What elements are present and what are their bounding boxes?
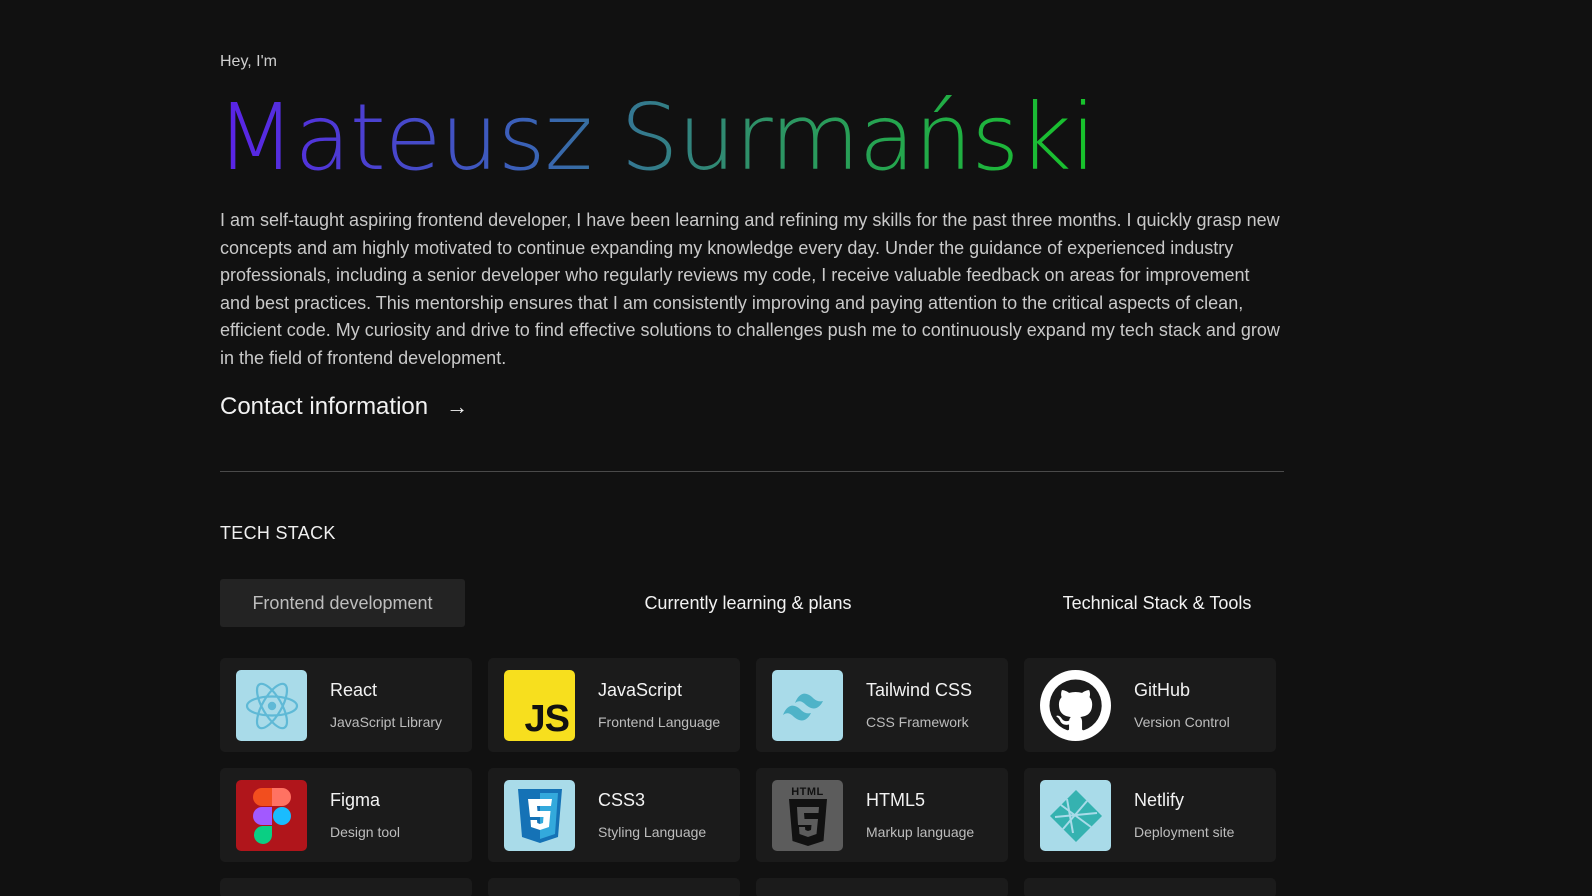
- netlify-icon: [1040, 780, 1111, 851]
- tech-card-partial[interactable]: [220, 878, 472, 896]
- tab-frontend-development[interactable]: Frontend development: [220, 579, 465, 627]
- greeting-text: Hey, I'm: [220, 53, 277, 70]
- tech-stack-heading: TECH STACK: [220, 523, 336, 543]
- tab-label: Frontend development: [252, 592, 433, 613]
- tech-card-partial[interactable]: [1024, 878, 1276, 896]
- tech-card-partial[interactable]: [488, 878, 740, 896]
- tech-card-tailwind[interactable]: Tailwind CSS CSS Framework: [756, 658, 1008, 752]
- contact-information-link[interactable]: Contact information →: [220, 393, 468, 421]
- tech-card-figma[interactable]: Figma Design tool: [220, 768, 472, 862]
- card-title: Figma: [330, 790, 381, 810]
- tab-technical-stack-tools[interactable]: Technical Stack & Tools: [1050, 579, 1264, 627]
- tab-label: Currently learning & plans: [644, 592, 852, 613]
- css3-icon: [504, 780, 575, 851]
- card-title: Tailwind CSS: [866, 680, 973, 700]
- tech-card-github[interactable]: GitHub Version Control: [1024, 658, 1276, 752]
- card-subtitle: CSS Framework: [866, 714, 969, 730]
- bio-paragraph: I am self-taught aspiring frontend devel…: [220, 210, 1280, 368]
- html5-icon: HTML: [772, 780, 843, 851]
- card-title: Netlify: [1134, 790, 1185, 810]
- tailwind-icon: [772, 670, 843, 741]
- github-icon: [1040, 670, 1111, 741]
- card-title: GitHub: [1134, 680, 1191, 700]
- tab-currently-learning[interactable]: Currently learning & plans: [628, 579, 868, 627]
- contact-label: Contact information: [220, 393, 429, 420]
- javascript-icon-text: JS: [524, 698, 570, 740]
- javascript-icon: JS: [504, 670, 575, 741]
- card-subtitle: Styling Language: [598, 824, 707, 840]
- tab-label: Technical Stack & Tools: [1062, 592, 1252, 613]
- tech-card-css3[interactable]: CSS3 Styling Language: [488, 768, 740, 862]
- hero-name: Mateusz Surmański: [216, 84, 1096, 191]
- card-subtitle: Frontend Language: [598, 714, 721, 730]
- arrow-right-icon: →: [446, 394, 469, 419]
- card-subtitle: Version Control: [1134, 714, 1230, 730]
- card-subtitle: JavaScript Library: [330, 714, 443, 730]
- figma-icon: [236, 780, 307, 851]
- tech-stack-tabs: Frontend development Currently learning …: [220, 579, 1284, 627]
- section-divider: [220, 471, 1284, 472]
- html5-icon-text: HTML: [791, 785, 824, 798]
- card-subtitle: Design tool: [330, 824, 401, 840]
- card-title: React: [330, 680, 378, 700]
- tech-card-partial[interactable]: [756, 878, 1008, 896]
- tech-card-html5[interactable]: HTML HTML5 Markup language: [756, 768, 1008, 862]
- card-title: JavaScript: [598, 680, 683, 700]
- card-title: HTML5: [866, 790, 926, 810]
- card-subtitle: Markup language: [866, 824, 975, 840]
- portfolio-page: Hey, I'm Mateusz Surmański I am self-tau…: [0, 0, 1592, 896]
- tech-card-javascript[interactable]: JS JavaScript Frontend Language: [488, 658, 740, 752]
- tech-card-netlify[interactable]: Netlify Deployment site: [1024, 768, 1276, 862]
- react-icon: [236, 670, 307, 741]
- tech-card-react[interactable]: React JavaScript Library: [220, 658, 472, 752]
- card-subtitle: Deployment site: [1134, 824, 1235, 840]
- card-title: CSS3: [598, 790, 646, 810]
